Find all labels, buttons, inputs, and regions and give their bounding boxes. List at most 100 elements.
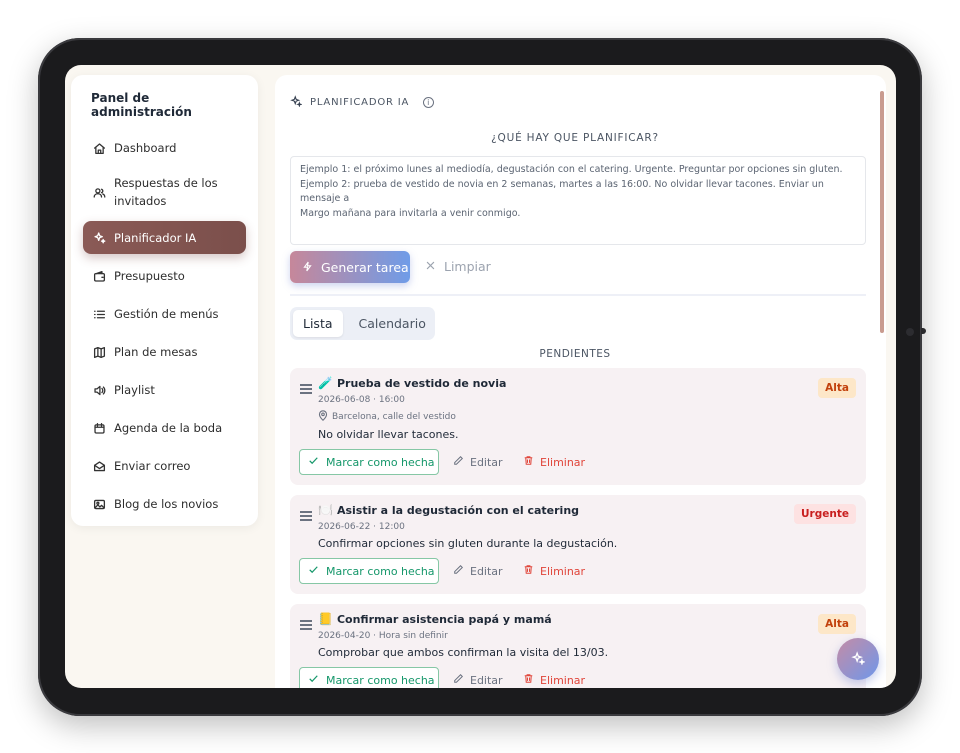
task-prompt-textarea[interactable]: Ejemplo 1: el próximo lunes al mediodía,…: [290, 156, 866, 245]
sidebar-item-budget[interactable]: Presupuesto: [83, 260, 246, 292]
task-description: Confirmar opciones sin gluten durante la…: [318, 537, 618, 550]
pencil-icon: [453, 673, 464, 687]
sparkles-icon: [290, 95, 303, 110]
mark-done-button[interactable]: Marcar como hecha: [299, 667, 439, 688]
sidebar-item-playlist[interactable]: Playlist: [83, 374, 246, 406]
mark-done-button[interactable]: Marcar como hecha: [299, 558, 439, 584]
tab-list[interactable]: Lista: [293, 310, 343, 337]
edit-label: Editar: [470, 455, 503, 469]
sidebar-item-seating[interactable]: Plan de mesas: [83, 336, 246, 368]
pencil-icon: [453, 564, 464, 578]
delete-button[interactable]: Eliminar: [523, 455, 585, 469]
planner-title: PLANIFICADOR IA: [310, 97, 410, 108]
placeholder-line-3: Margo mañana para invitarla a venir conm…: [300, 207, 521, 219]
sidebar-item-label: Plan de mesas: [114, 345, 198, 359]
clear-label: Limpiar: [444, 259, 491, 274]
delete-label: Eliminar: [540, 564, 586, 578]
delete-label: Eliminar: [540, 455, 586, 469]
users-icon: [92, 185, 106, 199]
delete-label: Eliminar: [540, 673, 586, 687]
home-icon: [92, 141, 106, 155]
delete-button[interactable]: Eliminar: [523, 673, 585, 687]
sidebar-item-label: Planificador IA: [114, 230, 197, 245]
placeholder-line-2: Ejemplo 2: prueba de vestido de novia en…: [300, 178, 824, 205]
sidebar-item-label: Playlist: [114, 383, 155, 397]
placeholder-line-1: Ejemplo 1: el próximo lunes al mediodía,…: [300, 164, 843, 175]
sidebar-item-label-line2: invitados: [114, 194, 167, 208]
calendar-icon: [92, 421, 106, 435]
mark-done-button[interactable]: Marcar como hecha: [299, 449, 439, 475]
view-tabs: Lista Calendario: [290, 307, 435, 340]
sidebar-item-label: Blog de los novios: [114, 497, 219, 511]
planner-header: PLANIFICADOR IA i: [290, 95, 435, 110]
sidebar-item-dashboard[interactable]: Dashboard: [83, 133, 246, 163]
priority-badge: Urgente: [794, 504, 856, 524]
task-emoji-icon: 🧪: [318, 376, 333, 390]
trash-icon: [523, 564, 534, 578]
camera-dot: [906, 328, 914, 336]
location-pin-icon: [318, 410, 328, 424]
edit-button[interactable]: Editar: [453, 455, 503, 469]
task-datetime: 2026-06-08 · 16:00: [318, 395, 405, 405]
mail-icon: [92, 459, 106, 473]
sidebar-item-planner[interactable]: Planificador IA: [83, 221, 246, 254]
check-icon: [308, 673, 319, 687]
sidebar-item-label: Enviar correo: [114, 459, 191, 473]
map-icon: [92, 345, 106, 359]
pending-section-label: PENDIENTES: [539, 348, 611, 360]
sidebar: Panel de administración Dashboard Respue…: [71, 75, 258, 526]
edit-button[interactable]: Editar: [453, 673, 503, 687]
drag-handle-icon[interactable]: [300, 384, 312, 396]
device-side-button: [921, 328, 926, 334]
mark-done-label: Marcar como hecha: [326, 564, 435, 578]
sidebar-item-email[interactable]: Enviar correo: [83, 450, 246, 482]
edit-button[interactable]: Editar: [453, 564, 503, 578]
sidebar-item-guest-responses[interactable]: Respuestas de los invitados: [83, 171, 246, 213]
task-description: No olvidar llevar tacones.: [318, 428, 459, 441]
task-description: Comprobar que ambos confirman la visita …: [318, 646, 609, 659]
sidebar-item-label: Dashboard: [114, 141, 177, 155]
ai-assistant-button[interactable]: [837, 638, 879, 680]
sparkles-icon: [851, 650, 866, 669]
wallet-icon: [92, 269, 106, 283]
lightning-icon: [302, 260, 313, 275]
info-icon[interactable]: i: [423, 97, 435, 108]
list-icon: [92, 307, 106, 321]
sidebar-item-label-line1: Respuestas de los: [114, 176, 218, 190]
sidebar-title: Panel de administración: [91, 91, 192, 119]
tab-calendar[interactable]: Calendario: [349, 310, 436, 337]
task-title-text: Confirmar asistencia papá y mamá: [336, 612, 552, 626]
main-panel: PLANIFICADOR IA i ¿QUÉ HAY QUE PLANIFICA…: [275, 75, 886, 688]
task-card: 📒 Confirmar asistencia papá y mamá 2026-…: [290, 604, 866, 688]
pencil-icon: [453, 455, 464, 469]
task-title: 📒 Confirmar asistencia papá y mamá: [318, 612, 552, 626]
task-datetime: 2026-06-22 · 12:00: [318, 522, 405, 532]
drag-handle-icon[interactable]: [300, 620, 312, 632]
close-icon: [425, 259, 436, 274]
drag-handle-icon[interactable]: [300, 511, 312, 523]
check-icon: [308, 564, 319, 578]
mark-done-label: Marcar como hecha: [326, 455, 435, 469]
sidebar-item-menus[interactable]: Gestión de menús: [83, 298, 246, 330]
clear-button[interactable]: Limpiar: [425, 259, 491, 274]
divider: [290, 294, 866, 296]
task-title: 🍽️ Asistir a la degustación con el cater…: [318, 503, 579, 517]
sidebar-item-label: Agenda de la boda: [114, 421, 223, 435]
task-title-text: Asistir a la degustación con el catering: [336, 503, 580, 517]
sidebar-item-label: Presupuesto: [114, 269, 185, 283]
edit-label: Editar: [470, 564, 503, 578]
sidebar-item-blog[interactable]: Blog de los novios: [83, 488, 246, 520]
sparkles-icon: [92, 231, 106, 245]
app-screen: Panel de administración Dashboard Respue…: [65, 65, 896, 688]
priority-badge: Alta: [818, 614, 856, 634]
image-icon: [92, 497, 106, 511]
delete-button[interactable]: Eliminar: [523, 564, 585, 578]
check-icon: [308, 455, 319, 469]
sidebar-item-agenda[interactable]: Agenda de la boda: [83, 412, 246, 444]
task-title: 🧪 Prueba de vestido de novia: [318, 376, 506, 390]
sidebar-item-label: Gestión de menús: [114, 307, 219, 321]
task-emoji-icon: 📒: [318, 612, 333, 626]
generate-task-button[interactable]: Generar tarea: [290, 251, 410, 283]
scrollbar[interactable]: [880, 91, 884, 333]
task-datetime: 2026-04-20 · Hora sin definir: [318, 631, 448, 641]
